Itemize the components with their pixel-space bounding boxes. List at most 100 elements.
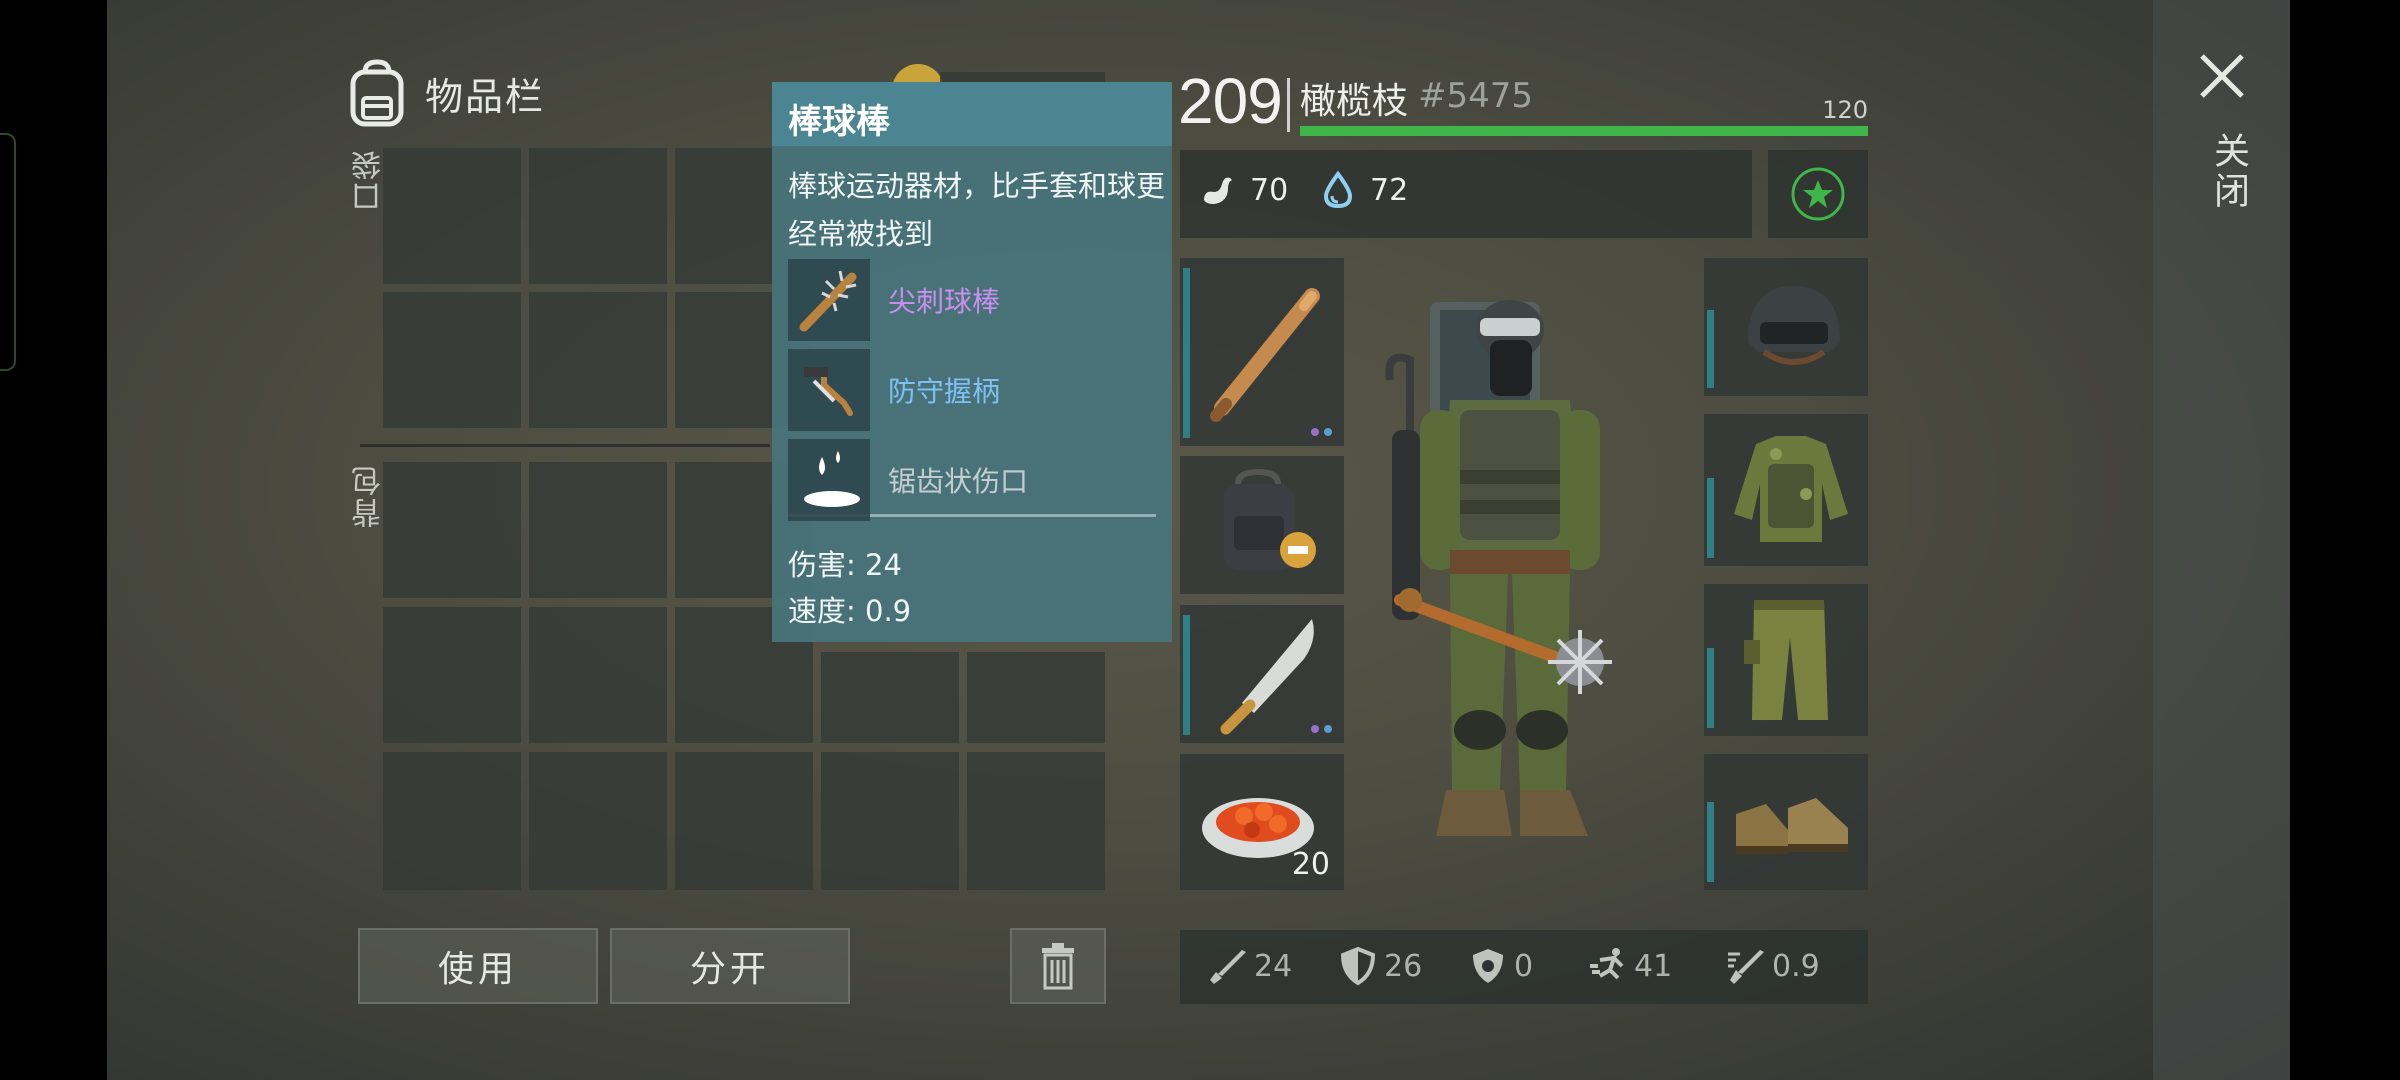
tooltip-speed: 速度: 0.9 <box>788 594 912 628</box>
bleeding-icon <box>804 451 860 507</box>
durability-bar <box>1183 268 1190 438</box>
hp-bar-fill <box>1300 126 1868 136</box>
attack-value: 24 <box>1254 948 1293 984</box>
food-quantity: 20 <box>1291 847 1330 882</box>
tooltip-description: 棒球运动器材，比手套和球更经常被找到 <box>788 169 1166 251</box>
mod-label-spiked-bat: 尖刺球棒 <box>888 285 1001 318</box>
mod-row: 尖刺球棒 <box>788 258 1158 342</box>
player-id: #5475 <box>1418 76 1534 116</box>
shield-icon <box>1340 946 1376 986</box>
tactical-backpack-icon <box>1224 468 1316 570</box>
hp-value: 120 <box>1822 96 1868 124</box>
attack-stat: 24 <box>1208 946 1292 986</box>
backpack-slot[interactable] <box>383 462 521 598</box>
spiked-bat-icon-box <box>788 259 870 341</box>
durability-bar <box>1707 648 1714 728</box>
boots-icon <box>1736 798 1848 854</box>
player-level: 209 <box>1178 65 1283 137</box>
backpack-icon <box>350 59 404 127</box>
inventory-title: 物品栏 <box>425 74 546 119</box>
section-divider <box>360 444 770 447</box>
backpack-slot[interactable] <box>821 652 959 743</box>
favorite-panel[interactable] <box>1768 150 1868 238</box>
mod-label-grip: 防守握柄 <box>888 375 1001 408</box>
mod-dots <box>1311 725 1332 733</box>
split-button-label: 分开 <box>689 949 770 990</box>
effect-row: 锯齿状伤口 <box>788 438 1158 522</box>
helmet-slot[interactable] <box>1704 258 1868 396</box>
swift-sword-icon <box>1728 950 1764 984</box>
pants-slot[interactable] <box>1704 584 1868 736</box>
armor-slot[interactable] <box>1704 414 1868 566</box>
side-indicator <box>0 133 16 371</box>
backpack-slot[interactable] <box>529 607 667 743</box>
close-icon[interactable] <box>2196 50 2248 102</box>
mod-row: 防守握柄 <box>788 348 1158 432</box>
hunger-stat: 70 <box>1198 170 1288 210</box>
grip-icon-box <box>788 349 870 431</box>
needs-panel: 70 72 <box>1180 150 1752 238</box>
backpack-slot[interactable] <box>529 752 667 890</box>
move-speed-stat: 41 <box>1588 946 1672 986</box>
trash-button[interactable] <box>1010 928 1106 1004</box>
combat-stats-panel: 24 26 0 41 0.9 <box>1180 930 1868 1004</box>
inventory-header: 物品栏 <box>345 58 545 128</box>
tooltip-title: 棒球棒 <box>772 82 1172 146</box>
backpack-slot[interactable] <box>821 752 959 890</box>
backpack-equip-slot[interactable] <box>1180 456 1344 594</box>
durability-bar <box>1183 615 1190 735</box>
bleeding-icon-box <box>788 439 870 521</box>
close-label[interactable]: 关闭 <box>2202 132 2254 212</box>
durability-bar <box>1707 478 1714 558</box>
item-tooltip: 棒球棒 棒球运动器材，比手套和球更经常被找到 尖刺球棒 防守握柄 锯齿状伤口 伤… <box>772 82 1172 642</box>
helmet-icon <box>1748 286 1840 365</box>
attack-speed-stat: 0.9 <box>1726 946 1820 986</box>
star-icon <box>1791 167 1845 221</box>
grip-icon <box>804 367 853 416</box>
thirst-stat: 72 <box>1318 170 1408 210</box>
running-icon <box>1590 948 1624 980</box>
boots-slot[interactable] <box>1704 754 1868 890</box>
backpack-slot[interactable] <box>383 607 521 743</box>
camo-jacket-icon <box>1734 436 1848 542</box>
defense-stat: 26 <box>1338 946 1422 986</box>
trash-icon <box>1042 943 1074 990</box>
pocket-slot[interactable] <box>383 148 521 284</box>
thirst-value: 72 <box>1370 172 1409 208</box>
hunger-value: 70 <box>1250 172 1289 208</box>
pocket-slot[interactable] <box>383 292 521 428</box>
player-name: 橄榄枝 <box>1300 81 1409 122</box>
melee-slot-machete[interactable] <box>1180 605 1344 743</box>
screen: 物品栏 口袋 背包 使用 分开 棒球棒 棒球运动器材，比手套和球更经常被找到 尖… <box>0 0 2400 1080</box>
pocket-slot[interactable] <box>529 148 667 284</box>
durability-bar <box>1707 310 1714 388</box>
food-slot[interactable]: 20 <box>1180 754 1344 890</box>
effect-label-serrated-wound: 锯齿状伤口 <box>888 465 1029 498</box>
hp-bar <box>1300 126 1868 136</box>
stomach-icon <box>1204 177 1232 204</box>
backpack-slot[interactable] <box>383 752 521 890</box>
backpack-slot[interactable] <box>675 752 813 890</box>
toxic-defense-stat: 0 <box>1468 946 1533 986</box>
name-separator <box>1287 78 1290 132</box>
backpack-slot[interactable] <box>529 462 667 598</box>
water-drop-icon <box>1323 170 1353 209</box>
sword-icon <box>1210 950 1246 984</box>
backpack-slot[interactable] <box>967 652 1105 743</box>
move-speed-value: 41 <box>1634 948 1673 984</box>
weapon-slot-baseball-bat[interactable] <box>1180 258 1344 446</box>
spiked-bat-icon <box>799 270 857 332</box>
camo-pants-icon <box>1744 600 1828 720</box>
machete-icon <box>1220 619 1314 735</box>
defense-value: 26 <box>1384 948 1423 984</box>
tooltip-damage: 伤害: 24 <box>788 548 902 582</box>
durability-bar <box>1707 802 1714 882</box>
backpack-slot[interactable] <box>967 752 1105 890</box>
split-button[interactable]: 分开 <box>610 928 850 1004</box>
character-model <box>1385 300 1612 836</box>
mod-dots <box>1311 428 1332 436</box>
pocket-slot[interactable] <box>529 292 667 428</box>
baseball-bat-icon <box>1210 288 1320 422</box>
toxic-defense-value: 0 <box>1514 948 1534 984</box>
use-button[interactable]: 使用 <box>358 928 598 1004</box>
